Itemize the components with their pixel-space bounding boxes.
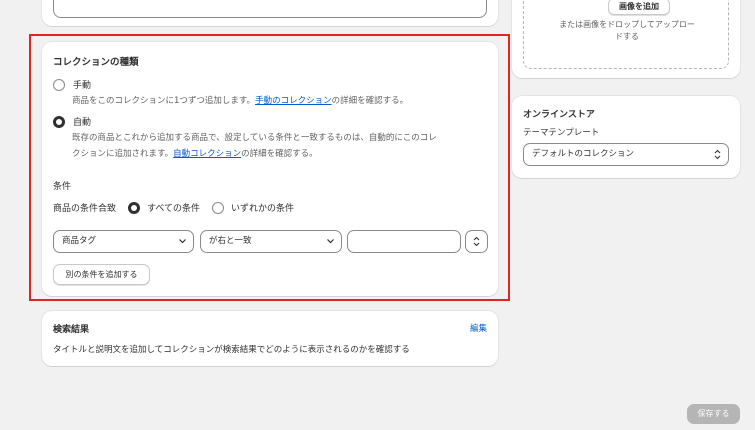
auto-help-text: クションに追加されます。 <box>72 149 174 159</box>
seo-description: タイトルと説明文を追加してコレクションが検索結果でどのように表示されるのかを確認… <box>53 345 410 355</box>
auto-option[interactable]: 自動 <box>53 115 91 128</box>
seo-edit-link[interactable]: 編集 <box>470 322 487 334</box>
condition-stepper[interactable] <box>465 230 488 253</box>
image-dropzone[interactable]: 画像を追加 または画像をドロップしてアップロー ドする <box>523 0 729 69</box>
add-condition-button[interactable]: 別の条件を追加する <box>53 264 150 285</box>
conditions-title: 条件 <box>53 182 72 192</box>
manual-label[interactable]: 手動 <box>73 78 91 91</box>
condition-value-input[interactable] <box>347 230 461 253</box>
drop-hint-line2: ドする <box>615 32 639 41</box>
auto-label[interactable]: 自動 <box>73 115 91 128</box>
auto-collection-link[interactable]: 自動コレクション <box>173 149 241 159</box>
match-type-row: 商品の条件合致 すべての条件 いずれかの条件 <box>53 201 294 214</box>
select-updown-icon <box>713 144 722 174</box>
add-image-button[interactable]: 画像を追加 <box>608 0 670 15</box>
match-any-label[interactable]: いずれかの条件 <box>231 201 294 214</box>
match-any-radio[interactable] <box>212 201 225 214</box>
manual-help-suffix: の詳細を確認する。 <box>331 96 409 106</box>
manual-help: 商品をこのコレクションに1つずつ追加します。手動のコレクションの詳細を確認する。 <box>72 93 408 109</box>
seo-title: 検索結果 <box>53 325 90 335</box>
stepper-icon <box>473 236 480 247</box>
seo-card: 検索結果 編集 タイトルと説明文を追加してコレクションが検索結果でどのように表示… <box>42 311 498 366</box>
match-all-radio[interactable] <box>128 201 141 214</box>
online-store-card: オンラインストア テーマテンプレート デフォルトのコレクション <box>512 96 740 178</box>
auto-help-line1: 既存の商品とこれから追加する商品で、設定している条件と一致するものは、自動的にこ… <box>72 133 437 143</box>
condition-field-value: 商品タグ <box>62 236 97 246</box>
image-card: 画像を追加 または画像をドロップしてアップロー ドする <box>512 0 740 78</box>
theme-template-select[interactable]: デフォルトのコレクション <box>523 143 729 166</box>
theme-template-label: テーマテンプレート <box>523 128 600 138</box>
manual-help-text: 商品をこのコレクションに1つずつ追加します。 <box>72 96 256 106</box>
condition-operator-select[interactable]: が右と一致 <box>200 230 342 253</box>
match-all-label[interactable]: すべての条件 <box>147 201 200 214</box>
collection-type-card: コレクションの種類 手動 商品をこのコレクションに1つずつ追加します。手動のコレ… <box>42 42 498 296</box>
theme-template-value: デフォルトのコレクション <box>532 149 635 159</box>
description-card <box>42 0 498 26</box>
collection-editor-page: コレクションの種類 手動 商品をこのコレクションに1つずつ追加します。手動のコレ… <box>0 0 755 430</box>
chevron-down-icon <box>326 231 335 261</box>
collection-type-title: コレクションの種類 <box>53 57 139 68</box>
drop-hint-line1: または画像をドロップしてアップロー <box>559 20 695 29</box>
drop-hint: または画像をドロップしてアップロー ドする <box>524 19 730 43</box>
description-editor[interactable] <box>53 0 487 18</box>
save-button[interactable]: 保存する <box>687 404 740 424</box>
auto-help: 既存の商品とこれから追加する商品で、設定している条件と一致するものは、自動的にこ… <box>72 130 437 162</box>
auto-radio[interactable] <box>53 115 65 128</box>
auto-help-suffix: の詳細を確認する。 <box>241 149 318 159</box>
auto-help-line2: クションに追加されます。自動コレクションの詳細を確認する。 <box>72 146 437 162</box>
manual-radio[interactable] <box>53 78 65 91</box>
manual-collection-link[interactable]: 手動のコレクション <box>255 96 332 106</box>
online-store-title: オンラインストア <box>523 110 595 120</box>
condition-operator-value: が右と一致 <box>209 236 252 246</box>
match-label: 商品の条件合致 <box>53 204 117 214</box>
condition-field-select[interactable]: 商品タグ <box>53 230 194 253</box>
manual-option[interactable]: 手動 <box>53 78 91 91</box>
chevron-down-icon <box>178 231 187 261</box>
